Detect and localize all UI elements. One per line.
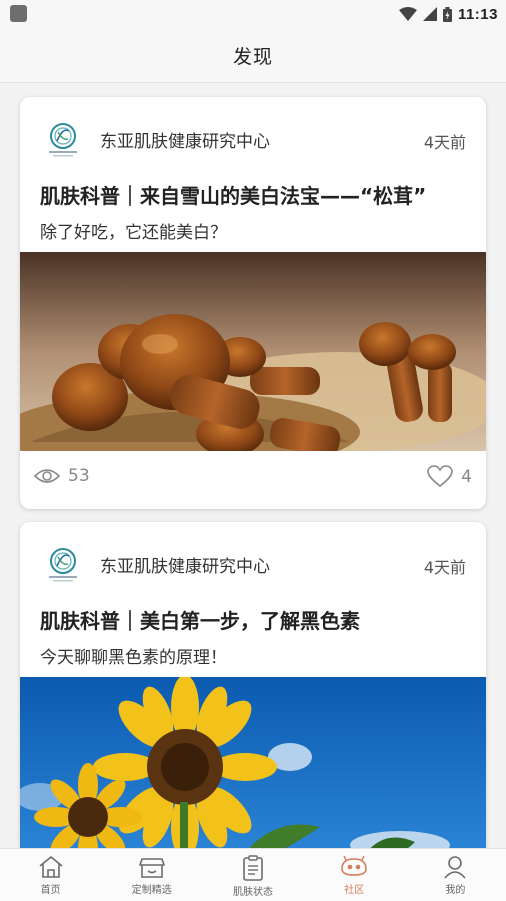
status-time: 11:13 — [457, 5, 498, 23]
clipboard-icon — [243, 855, 263, 881]
like-button[interactable]: 4 — [427, 465, 472, 488]
post-subtitle: 除了好吃，它还能美白？ — [40, 223, 227, 243]
nav-label: 肌肤状态 — [233, 887, 273, 898]
eye-icon — [34, 469, 60, 483]
nav-custom-picks[interactable]: 定制精选 — [101, 849, 202, 901]
shop-icon — [138, 858, 165, 878]
nav-profile[interactable]: 我的 — [405, 849, 506, 901]
post-card[interactable]: 东亚肌肤健康研究中心 4天前 肌肤科普｜来自雪山的美白法宝——“松茸” 除了好吃… — [20, 97, 486, 509]
org-logo — [49, 548, 77, 582]
nav-community[interactable]: 社区 — [304, 849, 405, 901]
post-time: 4天前 — [423, 558, 466, 577]
user-icon — [444, 856, 467, 879]
post-image-matsutake[interactable] — [20, 252, 486, 451]
status-bar: 11:13 — [0, 0, 506, 28]
page-header: 发现 — [0, 28, 506, 83]
post-time: 4天前 — [423, 133, 466, 152]
org-name[interactable]: 东亚肌肤健康研究中心 — [100, 552, 270, 577]
org-logo — [49, 123, 77, 157]
nav-label: 定制精选 — [131, 885, 172, 896]
post-title[interactable]: 肌肤科普｜来自雪山的美白法宝——“松茸” — [40, 180, 426, 209]
battery-icon — [442, 6, 452, 22]
bottom-nav: 首页 定制精选 肌肤状态 社区 我的 — [0, 848, 506, 901]
post-card[interactable]: 东亚肌肤健康研究中心 4天前 肌肤科普｜美白第一步，了解黑色素 今天聊聊黑色素的… — [20, 522, 486, 862]
community-icon — [341, 855, 368, 876]
app-notification-icon — [10, 5, 27, 22]
signal-icon — [422, 7, 437, 21]
post-stats: 53 4 — [20, 451, 486, 509]
nav-label: 首页 — [40, 885, 61, 896]
org-name[interactable]: 东亚肌肤健康研究中心 — [100, 127, 270, 152]
nav-label: 我的 — [445, 885, 466, 896]
nav-skin-status[interactable]: 肌肤状态 — [202, 849, 303, 901]
nav-home[interactable]: 首页 — [0, 849, 101, 901]
home-icon — [39, 856, 63, 878]
post-subtitle: 今天聊聊黑色素的原理！ — [40, 648, 227, 668]
nav-label: 社区 — [344, 885, 365, 896]
post-image-sunflower[interactable] — [20, 677, 486, 862]
like-count: 4 — [461, 466, 472, 487]
status-indicators: 11:13 — [398, 4, 498, 24]
view-count: 53 — [34, 466, 90, 486]
view-count-value: 53 — [68, 466, 90, 486]
page-title: 发现 — [232, 45, 273, 68]
wifi-icon — [398, 7, 417, 21]
heart-icon[interactable] — [427, 465, 453, 488]
post-title[interactable]: 肌肤科普｜美白第一步，了解黑色素 — [40, 605, 360, 634]
